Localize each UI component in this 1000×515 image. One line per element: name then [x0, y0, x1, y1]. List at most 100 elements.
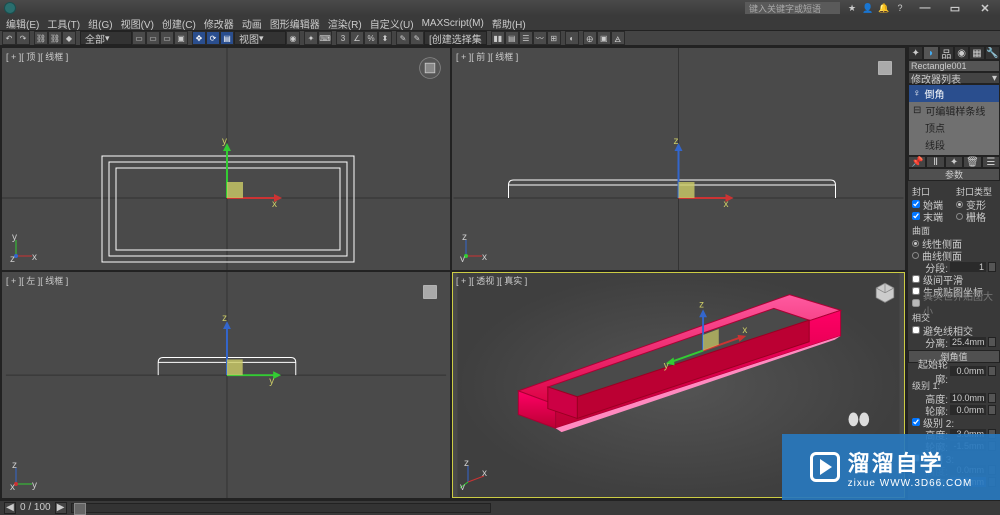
- time-slider[interactable]: [71, 503, 491, 513]
- snap-button[interactable]: 3: [336, 31, 350, 45]
- rollup-parameters-header[interactable]: 参数: [908, 168, 1000, 181]
- selection-filter-dropdown[interactable]: 全部 ▾: [80, 31, 132, 45]
- menu-view[interactable]: 视图(V): [121, 16, 154, 31]
- remove-mod-button[interactable]: 🗑: [963, 156, 981, 168]
- modifier-stack[interactable]: ♀ 倒角 ⊟ 可编辑样条线 顶点 线段 样条线: [908, 84, 1000, 156]
- undo-button[interactable]: ↶: [2, 31, 16, 45]
- move-button[interactable]: ✥: [192, 31, 206, 45]
- show-end-button[interactable]: Ⅱ: [926, 156, 944, 168]
- percent-snap-button[interactable]: %: [364, 31, 378, 45]
- viewport-top[interactable]: [ + ][ 顶 ][ 线框 ] y x yxz: [2, 48, 450, 270]
- level2-checkbox[interactable]: [912, 418, 920, 426]
- window-crossing-button[interactable]: ▣: [174, 31, 188, 45]
- timeslider-prev-button[interactable]: ◀: [4, 502, 16, 514]
- menu-customize[interactable]: 自定义(U): [370, 16, 414, 31]
- select-rect-button[interactable]: ▭: [160, 31, 174, 45]
- select-button[interactable]: ▭: [132, 31, 146, 45]
- viewport-front[interactable]: [ + ][ 前 ][ 线框 ] z x zxy: [452, 48, 905, 270]
- l1-height-input[interactable]: 10.0mm: [950, 393, 986, 403]
- layers-button[interactable]: ☰: [519, 31, 533, 45]
- stack-item-bevel[interactable]: ♀ 倒角: [909, 85, 999, 102]
- bind-button[interactable]: ◆: [62, 31, 76, 45]
- render-frame-button[interactable]: ▣: [597, 31, 611, 45]
- unlink-button[interactable]: ⛓: [48, 31, 62, 45]
- menu-help[interactable]: 帮助(H): [492, 16, 526, 31]
- maximize-button[interactable]: ▭: [944, 2, 966, 14]
- tab-create-icon[interactable]: ✦: [908, 46, 923, 60]
- align-button[interactable]: ▤: [505, 31, 519, 45]
- l1-outline-input[interactable]: 0.0mm: [950, 405, 986, 415]
- menu-edit[interactable]: 编辑(E): [6, 16, 39, 31]
- minimize-button[interactable]: —: [914, 2, 936, 14]
- bell-icon[interactable]: 🔔: [878, 2, 890, 14]
- tab-modify-icon[interactable]: ◗: [923, 46, 938, 60]
- redo-button[interactable]: ↷: [16, 31, 30, 45]
- menu-animation[interactable]: 动画: [242, 16, 262, 31]
- viewport-left[interactable]: [ + ][ 左 ][ 线框 ] z y zyx: [2, 272, 450, 498]
- viewcube-front-icon[interactable]: [873, 56, 897, 80]
- menu-modifiers[interactable]: 修改器: [204, 16, 234, 31]
- star-icon[interactable]: ★: [846, 2, 858, 14]
- person-icon[interactable]: 👤: [862, 2, 874, 14]
- render-button[interactable]: 🜁: [611, 31, 625, 45]
- help-icon[interactable]: ?: [894, 2, 906, 14]
- smooth-between-checkbox[interactable]: [912, 275, 920, 283]
- tab-display-icon[interactable]: ▦: [969, 46, 984, 60]
- curved-side-radio[interactable]: [912, 252, 919, 259]
- start-outline-input[interactable]: 0.0mm: [950, 366, 986, 376]
- cap-end-checkbox[interactable]: [912, 212, 920, 220]
- viewcube-persp-icon[interactable]: [873, 280, 897, 304]
- schematic-button[interactable]: ⊞: [547, 31, 561, 45]
- l1-height-spinner[interactable]: [988, 393, 996, 403]
- ref-coord-dropdown[interactable]: 视图 ▾: [234, 31, 286, 45]
- menu-tools[interactable]: 工具(T): [47, 16, 80, 31]
- material-editor-button[interactable]: ◐: [565, 31, 579, 45]
- curve-editor-button[interactable]: 〰: [533, 31, 547, 45]
- pivot-button[interactable]: ◉: [286, 31, 300, 45]
- link-button[interactable]: ⛓: [34, 31, 48, 45]
- close-button[interactable]: ✕: [974, 2, 996, 14]
- modifier-list-dropdown[interactable]: 修改器列表▾: [908, 72, 1000, 84]
- separation-spinner[interactable]: [988, 337, 996, 347]
- linear-side-radio[interactable]: [912, 240, 919, 247]
- tab-utilities-icon[interactable]: 🔧: [985, 46, 1000, 60]
- gen-mapping-checkbox[interactable]: [912, 287, 920, 295]
- named-selset-dropdown[interactable]: [创建选择集: [424, 31, 487, 45]
- cap-grid-radio[interactable]: [956, 213, 963, 220]
- segments-spinner[interactable]: [988, 262, 996, 272]
- tab-motion-icon[interactable]: ◉: [954, 46, 969, 60]
- separation-input[interactable]: 25.4mm: [950, 337, 986, 347]
- help-search-input[interactable]: 键入关键字或短语: [745, 2, 840, 14]
- configure-button[interactable]: ☰: [982, 156, 1000, 168]
- menu-maxscript[interactable]: MAXScript(M): [422, 18, 484, 29]
- stack-sub-vertex[interactable]: 顶点: [909, 119, 999, 136]
- rotate-button[interactable]: ⟳: [206, 31, 220, 45]
- angle-snap-button[interactable]: ∠: [350, 31, 364, 45]
- named-sel-button[interactable]: ✎: [396, 31, 410, 45]
- segments-input[interactable]: 1: [950, 262, 986, 272]
- named-sel2-button[interactable]: ✎: [410, 31, 424, 45]
- cap-start-checkbox[interactable]: [912, 200, 920, 208]
- render-setup-button[interactable]: 🜨: [583, 31, 597, 45]
- scale-button[interactable]: ▤: [220, 31, 234, 45]
- menu-group[interactable]: 组(G): [88, 16, 112, 31]
- manip-button[interactable]: ✦: [304, 31, 318, 45]
- timeslider-next-button[interactable]: ▶: [55, 502, 67, 514]
- menu-grapheditors[interactable]: 图形编辑器: [270, 16, 320, 31]
- tab-hierarchy-icon[interactable]: 品: [939, 46, 954, 60]
- mirror-button[interactable]: ▮▮: [491, 31, 505, 45]
- viewport-left-label[interactable]: [ + ][ 左 ][ 线框 ]: [6, 274, 68, 287]
- l1-outline-spinner[interactable]: [988, 405, 996, 415]
- cap-morph-radio[interactable]: [956, 201, 963, 208]
- time-slider-thumb[interactable]: [74, 503, 86, 515]
- viewport-top-label[interactable]: [ + ][ 顶 ][ 线框 ]: [6, 50, 68, 63]
- viewport-front-label[interactable]: [ + ][ 前 ][ 线框 ]: [456, 50, 518, 63]
- start-outline-spinner[interactable]: [988, 366, 996, 376]
- viewcube-top-icon[interactable]: [418, 56, 442, 80]
- unique-button[interactable]: ✦: [945, 156, 963, 168]
- spinner-snap-button[interactable]: ⬍: [378, 31, 392, 45]
- viewcube-left-icon[interactable]: [418, 280, 442, 304]
- pin-stack-button[interactable]: 📌: [908, 156, 926, 168]
- keyboard-button[interactable]: ⌨: [318, 31, 332, 45]
- viewport-persp-label[interactable]: [ + ][ 透视 ][ 真实 ]: [456, 274, 527, 287]
